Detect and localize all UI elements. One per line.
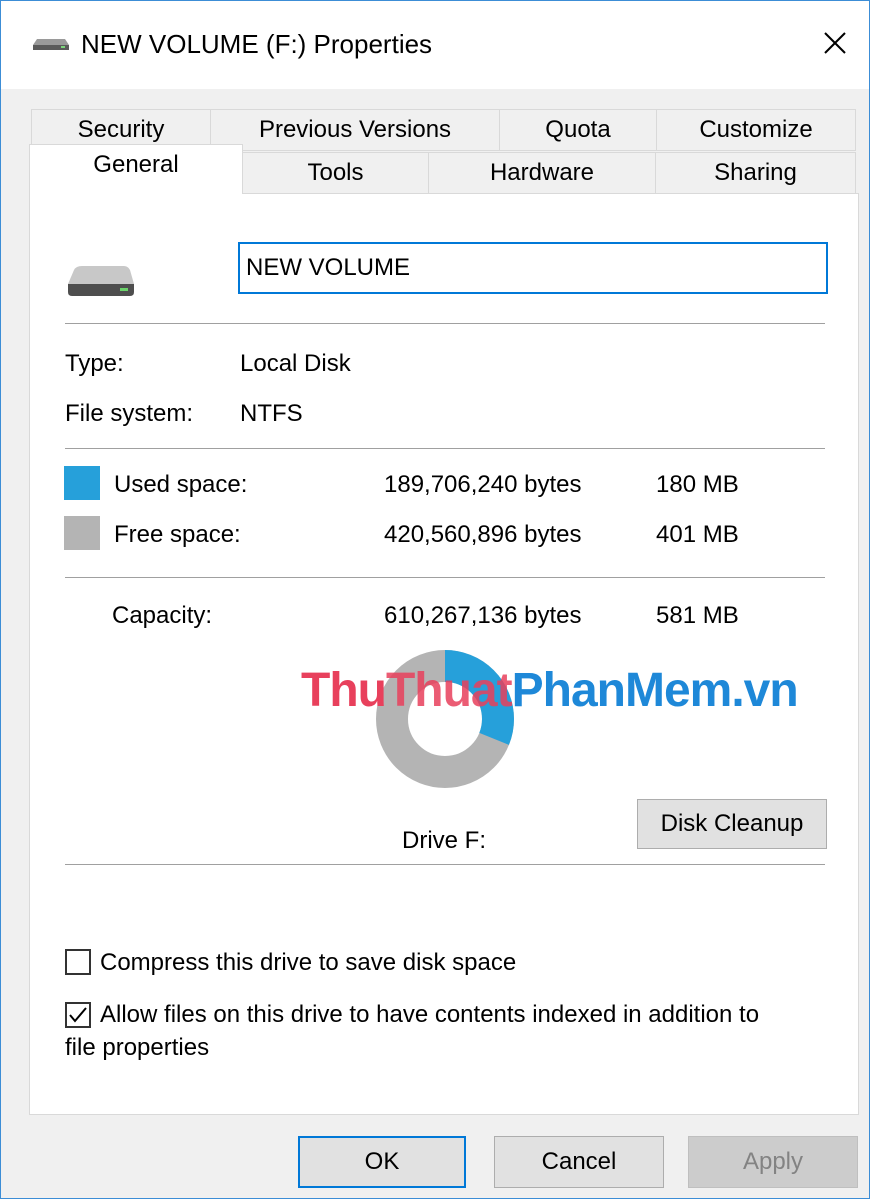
tab-label: Sharing: [714, 159, 797, 186]
type-value: Local Disk: [240, 350, 351, 377]
tab-customize[interactable]: Customize: [656, 109, 856, 151]
file-system-value: NTFS: [240, 400, 303, 427]
divider: [65, 323, 825, 324]
free-space-swatch: [64, 516, 100, 550]
cancel-button[interactable]: Cancel: [494, 1136, 664, 1188]
watermark-part: Thu: [301, 664, 387, 717]
index-label-line1: Allow files on this drive to have conten…: [100, 1001, 760, 1028]
divider: [65, 577, 825, 578]
tab-quota[interactable]: Quota: [499, 109, 657, 151]
tab-label: Previous Versions: [258, 116, 452, 143]
title-bar: NEW VOLUME (F:) Properties: [1, 1, 869, 89]
tab-label: Security: [77, 116, 165, 143]
close-icon[interactable]: [813, 21, 857, 65]
file-system-label: File system:: [65, 400, 194, 427]
watermark: ThuThuatPhanMem.vn: [301, 663, 799, 718]
ok-button[interactable]: OK: [298, 1136, 466, 1188]
tab-sharing[interactable]: Sharing: [655, 152, 856, 194]
index-checkbox[interactable]: [65, 1002, 91, 1028]
apply-button[interactable]: Apply: [688, 1136, 858, 1188]
drive-label: Drive F:: [402, 827, 486, 854]
tab-label: Hardware: [489, 159, 595, 186]
properties-window: NEW VOLUME (F:) Properties Security Prev…: [0, 0, 870, 1199]
used-space-size: 180 MB: [656, 471, 739, 498]
tab-label: General: [93, 150, 179, 178]
index-label-line2: file properties: [65, 1034, 210, 1061]
tab-hardware[interactable]: Hardware: [428, 152, 656, 194]
divider: [65, 448, 825, 449]
used-space-swatch: [64, 466, 100, 500]
free-space-bytes: 420,560,896 bytes: [384, 521, 582, 548]
free-space-label: Free space:: [114, 521, 241, 548]
watermark-part: Thuat: [385, 664, 513, 717]
free-space-size: 401 MB: [656, 521, 739, 548]
capacity-size: 581 MB: [656, 602, 739, 629]
capacity-bytes: 610,267,136 bytes: [384, 602, 582, 629]
capacity-label: Capacity:: [112, 602, 213, 629]
watermark-part: .vn: [731, 664, 798, 717]
tab-tools[interactable]: Tools: [242, 152, 429, 194]
disk-cleanup-button[interactable]: Disk Cleanup: [637, 799, 827, 849]
drive-icon: [31, 35, 71, 56]
divider: [65, 864, 825, 865]
used-space-label: Used space:: [114, 471, 248, 498]
hard-drive-icon: [66, 264, 136, 305]
used-space-bytes: 189,706,240 bytes: [384, 471, 582, 498]
general-tab-panel: Type: Local Disk File system: NTFS Used …: [29, 193, 859, 1115]
tab-previous-versions[interactable]: Previous Versions: [210, 109, 500, 151]
volume-name-input[interactable]: [238, 242, 828, 294]
tab-general[interactable]: General: [29, 144, 243, 194]
compress-label: Compress this drive to save disk space: [100, 949, 517, 976]
checkmark-icon: [69, 1007, 87, 1023]
tab-label: Tools: [307, 159, 364, 186]
watermark-part: PhanMem: [511, 664, 733, 717]
window-title: NEW VOLUME (F:) Properties: [81, 29, 433, 59]
type-label: Type:: [65, 350, 124, 377]
tab-label: Quota: [545, 116, 611, 143]
compress-checkbox[interactable]: [65, 949, 91, 975]
tab-label: Customize: [699, 116, 813, 143]
